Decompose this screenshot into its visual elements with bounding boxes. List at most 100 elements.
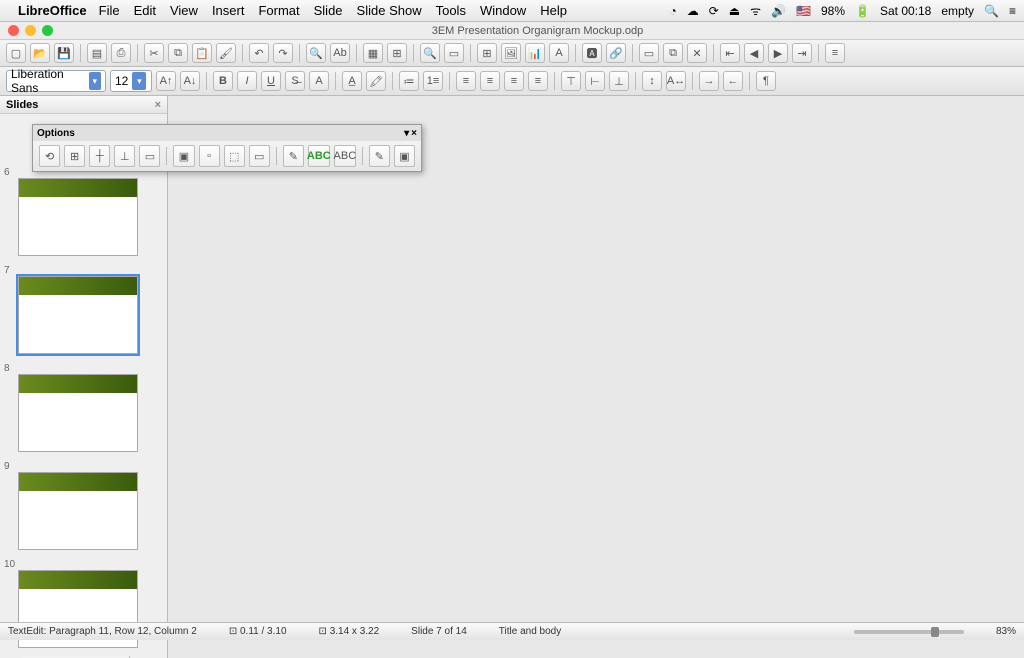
large-handles-button[interactable]: ✎ [369,145,390,167]
save-button[interactable]: 💾 [54,43,74,63]
gdrive-icon[interactable]: ◔ [669,4,676,18]
zoom-window-button[interactable] [42,25,53,36]
strike-button[interactable]: S̶ [285,71,305,91]
image-button[interactable]: 🖼 [501,43,521,63]
align-top-button[interactable]: ⊤ [561,71,581,91]
menu-help[interactable]: Help [540,3,567,18]
options-header[interactable]: Options ▾× [33,125,421,141]
zoom-button[interactable]: 🔍 [420,43,440,63]
align-center-button[interactable]: ≡ [480,71,500,91]
next-slide-button[interactable]: ▶ [768,43,788,63]
highlight-button[interactable]: 🖍 [366,71,386,91]
cut-button[interactable]: ✂ [144,43,164,63]
shrink-font-button[interactable]: A↓ [180,71,200,91]
zoom-value[interactable]: 83% [996,626,1016,637]
flag-icon[interactable]: 🇺🇸 [796,4,811,18]
first-slide-button[interactable]: ⇤ [720,43,740,63]
underline-button[interactable]: U [261,71,281,91]
justify-button[interactable]: ≡ [528,71,548,91]
user-name[interactable]: empty [941,4,974,18]
grow-font-button[interactable]: A↑ [156,71,176,91]
last-slide-button[interactable]: ⇥ [792,43,812,63]
line-spacing-button[interactable]: ↕ [642,71,662,91]
snap-object-border-button[interactable]: ▣ [173,145,194,167]
minimize-window-button[interactable] [25,25,36,36]
duplicate-slide-button[interactable]: ⧉ [663,43,683,63]
numbering-button[interactable]: 1≡ [423,71,443,91]
select-text-area-button[interactable]: ▭ [249,145,270,167]
slide-layout-button[interactable]: ▭ [639,43,659,63]
decrease-indent-button[interactable]: ← [723,71,743,91]
options-menu-icon[interactable]: ▾ [404,128,409,139]
menu-slideshow[interactable]: Slide Show [357,3,422,18]
menu-tools[interactable]: Tools [436,3,466,18]
menu-slide[interactable]: Slide [314,3,343,18]
copy-button[interactable]: ⧉ [168,43,188,63]
undo-button[interactable]: ↶ [249,43,269,63]
new-button[interactable]: ▢ [6,43,26,63]
increase-indent-button[interactable]: → [699,71,719,91]
align-vcenter-button[interactable]: ⊢ [585,71,605,91]
export-pdf-button[interactable]: ▤ [87,43,107,63]
zoom-slider[interactable] [854,630,964,634]
options-toolbar[interactable]: Options ▾× ⟲ ⊞ ┼ ⊥ ▭ ▣ ▫ ⬚ ▭ ✎ ABC ABC ✎… [32,124,422,172]
chart-button[interactable]: 📊 [525,43,545,63]
font-color-button[interactable]: A̲ [342,71,362,91]
char-spacing-button[interactable]: A↔ [666,71,686,91]
fontwork-button[interactable]: 🅰 [582,43,602,63]
italic-button[interactable]: I [237,71,257,91]
slide-thumb-7[interactable] [18,276,138,354]
clone-format-button[interactable]: 🖌 [216,43,236,63]
more-button[interactable]: ≡ [825,43,845,63]
delete-slide-button[interactable]: ✕ [687,43,707,63]
open-button[interactable]: 📂 [30,43,50,63]
spelling-button[interactable]: Ab [330,43,350,63]
battery-pct[interactable]: 98% [821,4,845,18]
font-combo[interactable]: Liberation Sans▾ [6,70,106,92]
eject-icon[interactable]: ⏏ [729,4,740,18]
presentation-button[interactable]: ▭ [444,43,464,63]
menu-insert[interactable]: Insert [212,3,245,18]
menu-edit[interactable]: Edit [134,3,156,18]
para-spacing-button[interactable]: ¶ [756,71,776,91]
slide-thumb-8[interactable] [18,374,138,452]
spotlight-icon[interactable]: 🔍 [984,4,999,18]
menu-view[interactable]: View [170,3,198,18]
fontsize-combo[interactable]: 12▾ [110,70,152,92]
grid-snap-button[interactable]: ⊞ [64,145,85,167]
grid-button[interactable]: ▦ [363,43,383,63]
options-close-icon[interactable]: × [411,128,417,139]
volume-icon[interactable]: 🔊 [771,4,786,18]
close-panel-icon[interactable]: × [155,99,161,111]
menu-file[interactable]: File [99,3,120,18]
prev-slide-button[interactable]: ◀ [744,43,764,63]
exit-group-button[interactable]: ▣ [394,145,415,167]
bullets-button[interactable]: ≔ [399,71,419,91]
sync-icon[interactable]: ⟳ [709,4,719,18]
snap-object-points-button[interactable]: ▫ [199,145,220,167]
menu-window[interactable]: Window [480,3,526,18]
paste-button[interactable]: 📋 [192,43,212,63]
helplines-move-button[interactable]: ┼ [89,145,110,167]
battery-icon[interactable]: 🔋 [855,4,870,18]
simple-handles-button[interactable]: ABC [334,145,356,167]
find-button[interactable]: 🔍 [306,43,326,63]
bold-button[interactable]: B [213,71,233,91]
print-button[interactable]: ⎙ [111,43,131,63]
cloud-icon[interactable]: ☁ [687,4,699,18]
app-name[interactable]: LibreOffice [18,3,87,18]
align-right-button[interactable]: ≡ [504,71,524,91]
close-window-button[interactable] [8,25,19,36]
clock[interactable]: Sat 00:18 [880,4,931,18]
modify-object-button[interactable]: ABC [308,145,330,167]
slide-thumbnails[interactable]: 6 7 8 9 10 ⊞ ▭ ⚙ ★ ▣ ⊕ ✎ [0,114,167,658]
snap-page-button[interactable]: ▭ [139,145,160,167]
allow-quick-edit-button[interactable]: ⬚ [224,145,245,167]
menu-format[interactable]: Format [258,3,299,18]
shadow-button[interactable]: A [309,71,329,91]
slide-thumb-6[interactable] [18,178,138,256]
wifi-icon[interactable]: ᯤ [750,2,761,19]
redo-button[interactable]: ↷ [273,43,293,63]
textbox-button[interactable]: A [549,43,569,63]
align-bottom-button[interactable]: ⊥ [609,71,629,91]
